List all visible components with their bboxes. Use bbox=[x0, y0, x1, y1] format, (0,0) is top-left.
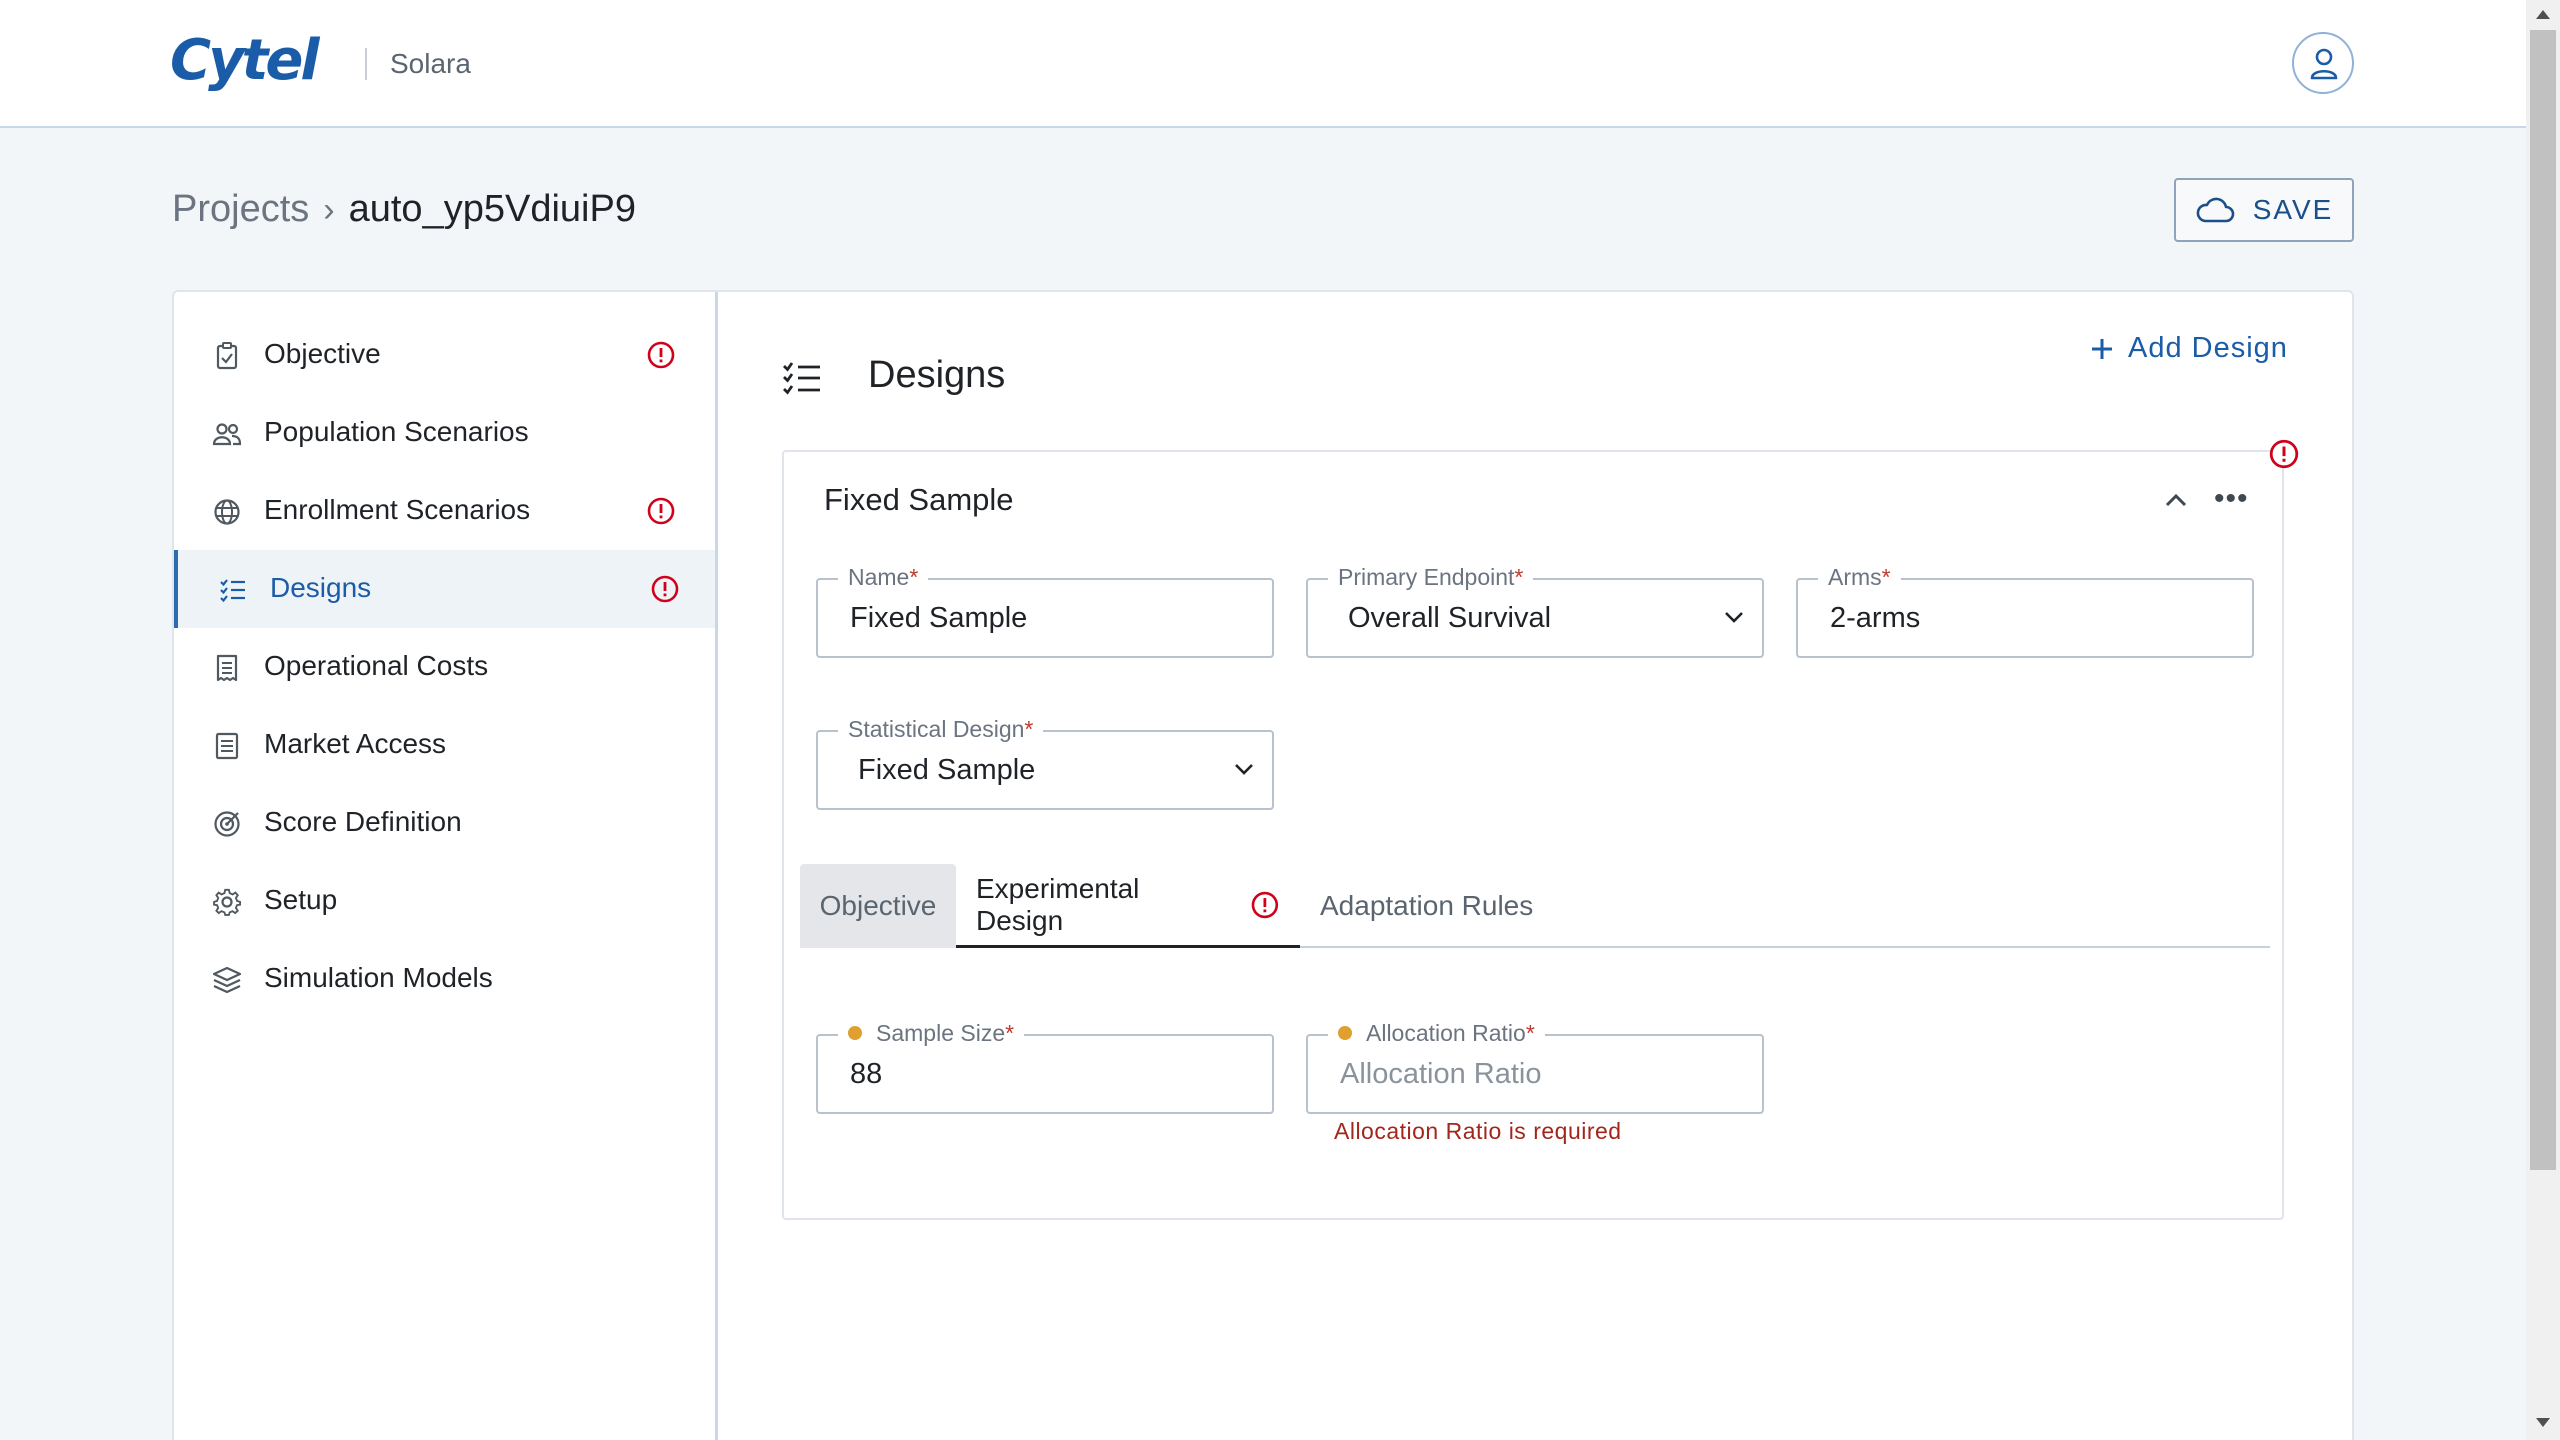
primary-endpoint-value: Overall Survival bbox=[1348, 602, 1552, 634]
sidebar-item-label: Simulation Models bbox=[264, 962, 493, 993]
warning-icon bbox=[647, 497, 675, 525]
allocation-ratio-error: Allocation Ratio is required bbox=[1334, 1118, 1622, 1144]
sidebar-item-label: Enrollment Scenarios bbox=[264, 494, 531, 525]
app-name: Solara bbox=[390, 48, 471, 79]
pending-dot-icon bbox=[848, 1026, 862, 1040]
sidebar-item-designs[interactable]: Designs bbox=[174, 550, 715, 628]
cytel-logo[interactable]: Cytel bbox=[170, 28, 320, 93]
warning-icon bbox=[2269, 439, 2299, 469]
target-icon bbox=[214, 811, 240, 837]
designs-content: Designs Add Design Fixed Sample ••• Name… bbox=[718, 292, 2354, 1440]
sidebar-item-setup[interactable]: Setup bbox=[174, 862, 715, 940]
receipt-icon bbox=[216, 654, 238, 682]
primary-endpoint-select[interactable]: Primary Endpoint* Overall Survival bbox=[1306, 564, 1764, 658]
add-design-label: Add Design bbox=[2128, 332, 2288, 364]
sample-size-field[interactable]: Sample Size* 88 bbox=[816, 1020, 1274, 1114]
more-options-icon[interactable]: ••• bbox=[2214, 482, 2249, 516]
plus-icon bbox=[2092, 338, 2112, 359]
users-icon bbox=[212, 423, 242, 446]
design-card-title: Fixed Sample bbox=[824, 482, 1014, 517]
tab-label: Experimental Design bbox=[976, 872, 1140, 936]
warning-icon bbox=[647, 341, 675, 369]
chevron-down-icon bbox=[1725, 612, 1743, 623]
design-tabs: Objective Experimental Design Adaptation… bbox=[800, 864, 2270, 948]
save-button-label: SAVE bbox=[2252, 194, 2334, 225]
sidebar-item-label: Objective bbox=[264, 338, 381, 369]
arms-field[interactable]: Arms* 2-arms bbox=[1796, 564, 2254, 658]
arms-field-label: Arms* bbox=[1818, 564, 1901, 591]
allocation-ratio-label: Allocation Ratio* bbox=[1328, 1020, 1545, 1047]
user-icon bbox=[2310, 48, 2338, 80]
tab-objective[interactable]: Objective bbox=[800, 864, 956, 948]
sample-size-value: 88 bbox=[850, 1058, 883, 1090]
sidebar-item-objective[interactable]: Objective bbox=[174, 316, 715, 394]
breadcrumb: Projects › auto_yp5VdiuiP9 bbox=[172, 188, 636, 231]
allocation-ratio-field[interactable]: Allocation Ratio* Allocation Ratio bbox=[1306, 1020, 1764, 1114]
tab-experimental-design[interactable]: Experimental Design bbox=[956, 864, 1300, 948]
project-panel: Objective Population Scenarios Enrollmen… bbox=[172, 290, 2354, 1440]
checklist-icon bbox=[220, 579, 245, 603]
clipboard-check-icon bbox=[216, 342, 238, 370]
breadcrumb-current-project: auto_yp5VdiuiP9 bbox=[348, 188, 636, 230]
statistical-design-select[interactable]: Statistical Design* Fixed Sample bbox=[816, 716, 1274, 810]
scrollbar-thumb[interactable] bbox=[2530, 30, 2556, 1170]
tab-adaptation-rules[interactable]: Adaptation Rules bbox=[1300, 864, 1560, 948]
sidebar-item-label: Population Scenarios bbox=[264, 416, 529, 447]
sidebar-item-population-scenarios[interactable]: Population Scenarios bbox=[174, 394, 715, 472]
sidebar-item-label: Designs bbox=[270, 572, 372, 603]
name-field[interactable]: Name* Fixed Sample bbox=[816, 564, 1274, 658]
pending-dot-icon bbox=[1338, 1026, 1352, 1040]
sidebar-item-label: Operational Costs bbox=[264, 650, 489, 681]
scroll-up-arrow-icon[interactable] bbox=[2536, 10, 2550, 19]
name-field-value: Fixed Sample bbox=[850, 602, 1028, 634]
user-avatar-button[interactable] bbox=[2292, 32, 2354, 94]
top-bar: Cytel Solara bbox=[0, 0, 2526, 128]
statistical-design-value: Fixed Sample bbox=[858, 754, 1036, 786]
design-card: Fixed Sample ••• Name* Fixed Sample Prim… bbox=[782, 439, 2299, 1220]
chevron-down-icon bbox=[1235, 764, 1253, 775]
warning-icon bbox=[651, 575, 679, 603]
scroll-down-arrow-icon[interactable] bbox=[2536, 1418, 2550, 1427]
warning-icon bbox=[1251, 891, 1279, 918]
sidebar-item-operational-costs[interactable]: Operational Costs bbox=[174, 628, 715, 706]
add-design-button[interactable]: Add Design bbox=[2090, 332, 2288, 365]
arms-field-value: 2-arms bbox=[1830, 602, 1921, 634]
document-icon bbox=[215, 732, 239, 760]
layers-icon bbox=[212, 966, 242, 994]
sidebar-item-score-definition[interactable]: Score Definition bbox=[174, 784, 715, 862]
primary-endpoint-label: Primary Endpoint* bbox=[1328, 564, 1534, 591]
chevron-up-icon[interactable] bbox=[2164, 492, 2188, 508]
tab-label: Adaptation Rules bbox=[1320, 890, 1534, 921]
sidebar-item-label: Score Definition bbox=[264, 806, 462, 837]
sidebar: Objective Population Scenarios Enrollmen… bbox=[174, 292, 718, 1440]
name-field-label: Name* bbox=[838, 564, 929, 591]
sidebar-item-label: Setup bbox=[264, 884, 338, 915]
globe-icon bbox=[214, 499, 240, 525]
page-title: Designs bbox=[868, 354, 1006, 396]
sidebar-item-market-access[interactable]: Market Access bbox=[174, 706, 715, 784]
sidebar-item-enrollment-scenarios[interactable]: Enrollment Scenarios bbox=[174, 472, 715, 550]
sidebar-item-label: Market Access bbox=[264, 728, 447, 759]
page-scrollbar[interactable] bbox=[2526, 0, 2560, 1440]
save-button[interactable]: SAVE bbox=[2174, 178, 2354, 242]
cloud-icon bbox=[2196, 197, 2234, 223]
gear-icon bbox=[213, 888, 242, 916]
statistical-design-label: Statistical Design* bbox=[838, 716, 1044, 743]
tab-label: Objective bbox=[819, 890, 937, 921]
breadcrumb-chevron-icon: › bbox=[323, 191, 335, 229]
checklist-icon bbox=[783, 362, 820, 395]
breadcrumb-projects-link[interactable]: Projects bbox=[172, 188, 309, 230]
logo-separator bbox=[365, 48, 367, 80]
sample-size-label: Sample Size* bbox=[838, 1020, 1025, 1047]
allocation-ratio-placeholder: Allocation Ratio bbox=[1340, 1058, 1542, 1090]
sidebar-item-simulation-models[interactable]: Simulation Models bbox=[174, 940, 715, 1018]
